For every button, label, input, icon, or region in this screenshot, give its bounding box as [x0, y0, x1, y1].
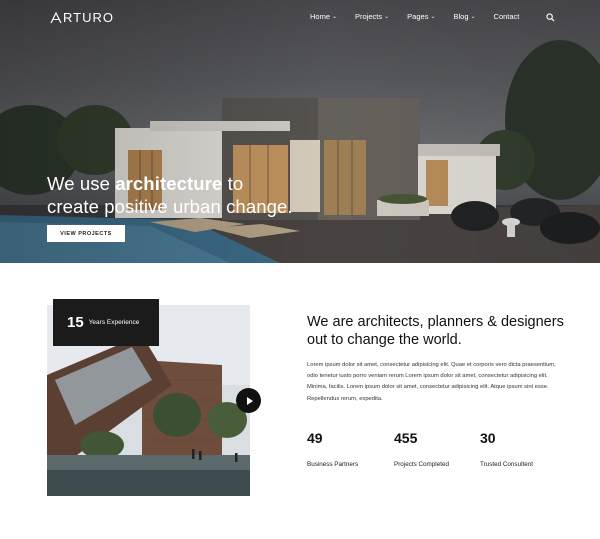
play-video-button[interactable]: [236, 388, 261, 413]
chevron-down-icon: ⌄: [384, 14, 390, 20]
hero-section: RTURO Home ⌄ Projects ⌄ Pages ⌄ Blog ⌄ C…: [0, 0, 600, 263]
nav-label: Contact: [493, 12, 520, 21]
experience-badge: 15 Years Experience: [53, 299, 159, 346]
nav-item-contact[interactable]: Contact: [494, 12, 520, 21]
stat-projects-completed: 455 Projects Completed: [394, 430, 449, 468]
chevron-down-icon: ⌄: [430, 14, 436, 20]
a-logo-icon: [50, 11, 62, 23]
headline-text: to: [222, 173, 244, 194]
main-menu: Home ⌄ Projects ⌄ Pages ⌄ Blog ⌄ Contact: [310, 12, 537, 21]
headline-text: We use: [47, 173, 116, 194]
nav-item-home[interactable]: Home ⌄: [310, 12, 337, 21]
nav-label: Projects: [355, 12, 383, 21]
chevron-down-icon: ⌄: [332, 14, 338, 20]
headline-line-2: create positive urban change.: [47, 196, 293, 217]
stat-number: 49: [307, 430, 323, 446]
nav-label: Home: [310, 12, 331, 21]
stat-label: Trusted Consultent: [480, 461, 533, 468]
stat-label: Projects Completed: [394, 461, 449, 468]
stat-number: 455: [394, 430, 418, 446]
stat-trusted-consultant: 30 Trusted Consultent: [480, 430, 533, 468]
stat-business-partners: 49 Business Partners: [307, 430, 358, 468]
search-icon[interactable]: [546, 13, 555, 22]
nav-item-pages[interactable]: Pages ⌄: [407, 12, 435, 21]
hero-headline: We use architecture to create positive u…: [47, 172, 293, 218]
stat-label: Business Partners: [307, 461, 359, 468]
about-title: We are architects, planners & designers …: [307, 314, 564, 348]
top-navigation: RTURO Home ⌄ Projects ⌄ Pages ⌄ Blog ⌄ C…: [0, 0, 600, 34]
chevron-down-icon: ⌄: [470, 14, 476, 20]
logo-text: RTURO: [63, 10, 114, 25]
hero-overlay: [0, 0, 600, 263]
stat-number: 30: [480, 430, 496, 446]
experience-label: Years Experience: [88, 319, 140, 326]
about-description: Lorem ipsum dolor sit amet, consectetur …: [307, 362, 556, 402]
experience-number: 15: [67, 314, 84, 331]
nav-label: Pages: [407, 12, 429, 21]
nav-item-projects[interactable]: Projects ⌄: [355, 12, 389, 21]
nav-label: Blog: [453, 12, 469, 21]
headline-emphasis: architecture: [115, 173, 223, 194]
site-logo[interactable]: RTURO: [50, 10, 114, 25]
nav-item-blog[interactable]: Blog ⌄: [453, 12, 475, 21]
play-icon: [246, 396, 253, 405]
view-projects-button[interactable]: VIEW PROJECTS: [47, 225, 125, 242]
